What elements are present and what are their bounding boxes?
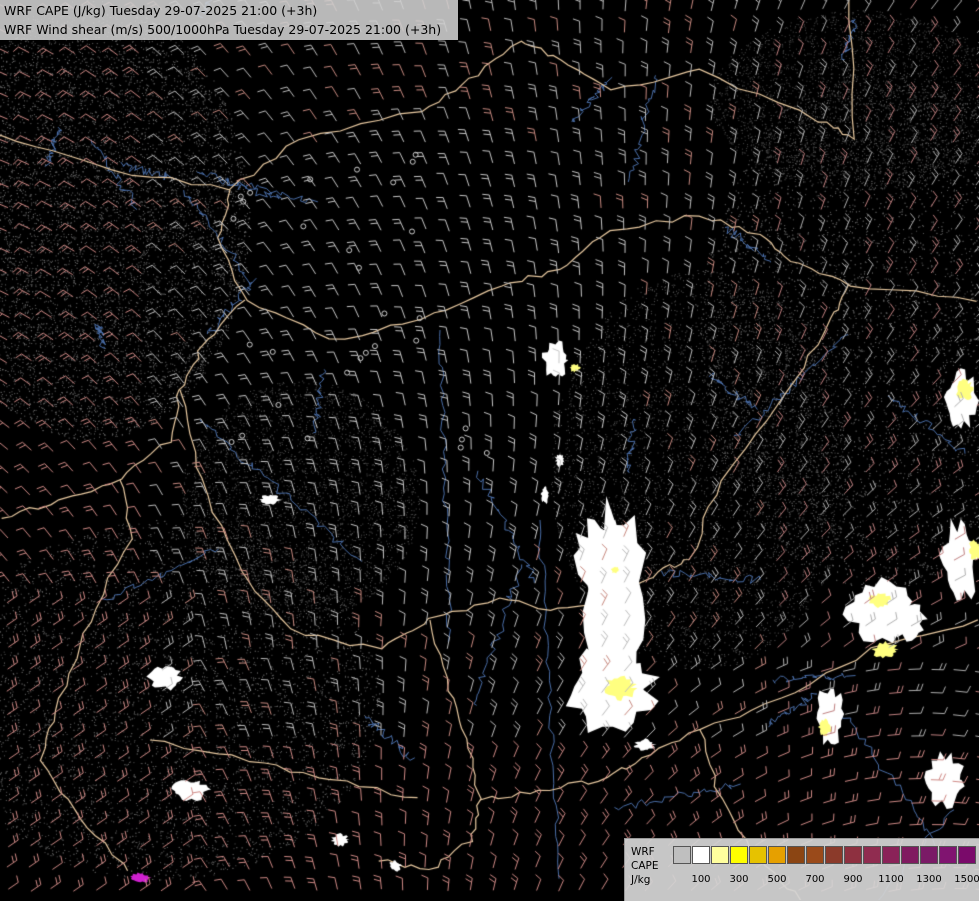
legend-tick: 1300 [916, 874, 942, 885]
legend-label-model: WRF [631, 846, 655, 858]
legend-tick: 700 [805, 874, 825, 885]
legend-swatch [749, 846, 767, 864]
legend-swatch [711, 846, 729, 864]
legend-swatch [939, 846, 957, 864]
legend-swatch [768, 846, 786, 864]
legend-swatch [673, 846, 691, 864]
map-title-box: WRF CAPE (J/kg) Tuesday 29-07-2025 21:00… [0, 0, 458, 40]
legend-label-unit: J/kg [631, 874, 651, 886]
legend-swatch [806, 846, 824, 864]
legend-swatch [863, 846, 881, 864]
legend-swatch [958, 846, 976, 864]
legend-label-variable: CAPE [631, 860, 659, 872]
legend-tick: 100 [691, 874, 711, 885]
legend-tick: 1500 [954, 874, 979, 885]
legend-swatch [730, 846, 748, 864]
legend-tick: 300 [729, 874, 749, 885]
legend-swatch [920, 846, 938, 864]
legend-color-scale [673, 846, 977, 864]
cape-legend: WRF CAPE J/kg 100 300 500 700 900 1100 1300 150… [624, 838, 979, 901]
map-title-cape: WRF CAPE (J/kg) Tuesday 29-07-2025 21:00… [4, 3, 318, 18]
wind-shear-cape-map [0, 0, 979, 900]
legend-swatch [844, 846, 862, 864]
legend-swatch [901, 846, 919, 864]
legend-tick: 1100 [878, 874, 904, 885]
legend-tick: 500 [767, 874, 787, 885]
map-title-wind-shear: WRF Wind shear (m/s) 500/1000hPa Tuesday… [4, 22, 442, 37]
legend-tick: 900 [843, 874, 863, 885]
legend-tick-labels: 100 300 500 700 900 1100 1300 1500 [673, 874, 979, 888]
legend-title: WRF CAPE J/kg [631, 845, 658, 887]
legend-swatch [787, 846, 805, 864]
legend-swatch [825, 846, 843, 864]
legend-swatch [692, 846, 710, 864]
legend-swatch [882, 846, 900, 864]
